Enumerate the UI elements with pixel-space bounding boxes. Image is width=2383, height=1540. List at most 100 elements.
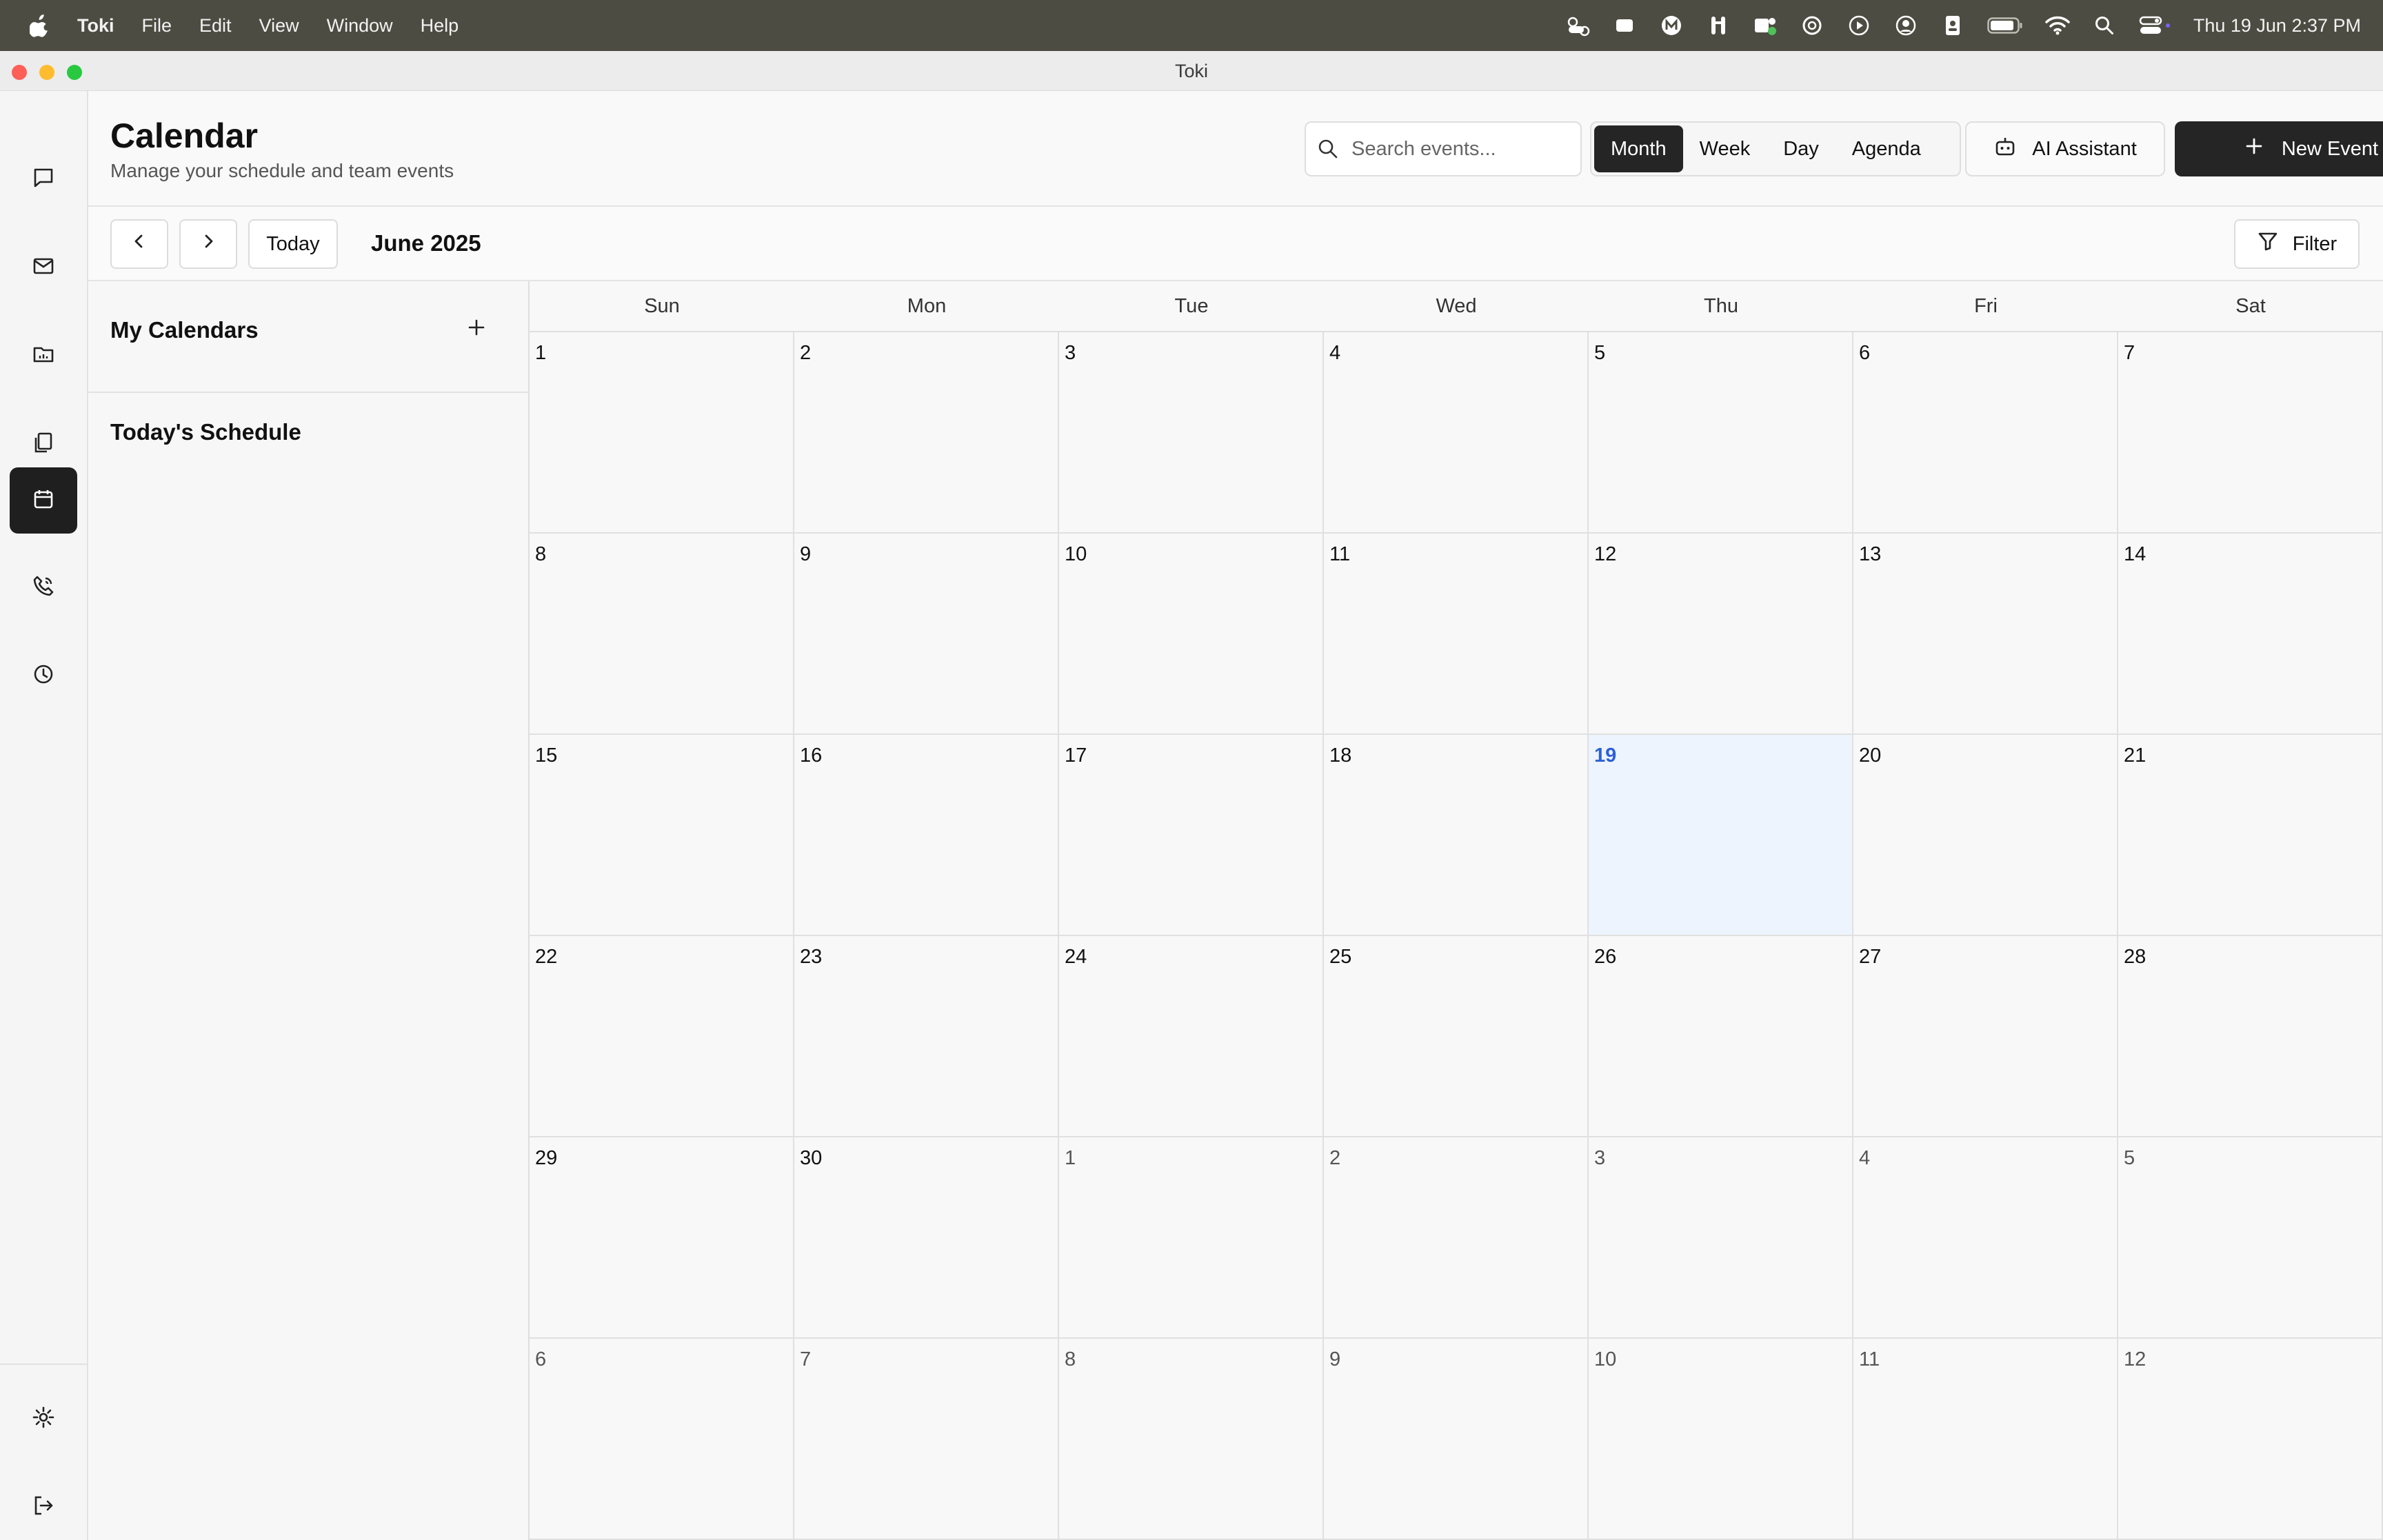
filter-button[interactable]: Filter — [2234, 219, 2360, 269]
day-cell[interactable]: 25 — [1324, 936, 1589, 1137]
wifi-icon[interactable] — [2044, 12, 2071, 39]
day-cell[interactable]: 9 — [794, 534, 1059, 735]
weekday-mon: Mon — [907, 294, 947, 317]
day-cell[interactable]: 30 — [794, 1137, 1059, 1339]
team-icon[interactable] — [1752, 12, 1778, 39]
day-cell-today[interactable]: 19 — [1589, 735, 1853, 936]
menu-bar-clock[interactable]: Thu 19 Jun 2:37 PM — [2193, 15, 2361, 37]
view-day-button[interactable]: Day — [1767, 125, 1836, 172]
day-cell[interactable]: 15 — [530, 735, 794, 936]
day-cell[interactable]: 22 — [530, 936, 794, 1137]
view-week-button[interactable]: Week — [1683, 125, 1767, 172]
m-badge-icon[interactable] — [1658, 12, 1685, 39]
weekday-wed: Wed — [1436, 294, 1477, 317]
screen-record-icon[interactable] — [1611, 12, 1638, 39]
day-cell[interactable]: 28 — [2118, 936, 2383, 1137]
day-cell-next-month[interactable]: 11 — [1853, 1339, 2118, 1540]
day-cell[interactable]: 21 — [2118, 735, 2383, 936]
day-cell[interactable]: 8 — [530, 534, 794, 735]
day-cell[interactable]: 16 — [794, 735, 1059, 936]
search-icon — [1317, 138, 1345, 160]
day-cell[interactable]: 23 — [794, 936, 1059, 1137]
day-cell-next-month[interactable]: 1 — [1059, 1137, 1324, 1339]
sidebar-item-settings[interactable] — [10, 1386, 77, 1452]
sidebar-item-chat[interactable] — [10, 146, 77, 212]
view-agenda-button[interactable]: Agenda — [1836, 125, 1938, 172]
day-cell[interactable]: 17 — [1059, 735, 1324, 936]
day-cell[interactable]: 10 — [1059, 534, 1324, 735]
day-cell[interactable]: 5 — [1589, 332, 1853, 534]
user-circle-icon[interactable] — [1893, 12, 1919, 39]
day-cell[interactable]: 14 — [2118, 534, 2383, 735]
new-event-label: New Event — [2281, 137, 2379, 160]
new-event-button[interactable]: New Event — [2175, 121, 2383, 176]
menu-window[interactable]: Window — [327, 15, 393, 37]
add-calendar-button[interactable] — [461, 313, 492, 345]
spotlight-search-icon[interactable] — [2091, 12, 2118, 39]
play-circle-icon[interactable] — [1846, 12, 1872, 39]
apple-menu-icon[interactable] — [26, 12, 54, 39]
day-cell[interactable]: 6 — [1853, 332, 2118, 534]
day-cell[interactable]: 20 — [1853, 735, 2118, 936]
sidebar-item-logout[interactable] — [10, 1474, 77, 1540]
day-number: 5 — [1594, 342, 1606, 364]
day-cell[interactable]: 27 — [1853, 936, 2118, 1137]
battery-icon[interactable] — [1987, 12, 2024, 39]
chevron-right-icon — [200, 232, 217, 256]
day-cell[interactable]: 2 — [794, 332, 1059, 534]
sidebar-item-calendar[interactable] — [10, 467, 77, 534]
contact-card-icon[interactable] — [1940, 12, 1966, 39]
previous-month-button[interactable] — [110, 219, 168, 269]
day-cell[interactable]: 4 — [1324, 332, 1589, 534]
gear-icon — [32, 1406, 55, 1432]
sidebar-item-folders[interactable] — [10, 323, 77, 389]
menu-help[interactable]: Help — [421, 15, 459, 37]
day-cell-next-month[interactable]: 5 — [2118, 1137, 2383, 1339]
day-cell[interactable]: 11 — [1324, 534, 1589, 735]
day-cell[interactable]: 1 — [530, 332, 794, 534]
view-month-button[interactable]: Month — [1594, 125, 1683, 172]
search-input[interactable] — [1351, 137, 1572, 161]
day-cell-next-month[interactable]: 12 — [2118, 1339, 2383, 1540]
day-cell-next-month[interactable]: 3 — [1589, 1137, 1853, 1339]
day-cell-next-month[interactable]: 4 — [1853, 1137, 2118, 1339]
day-cell[interactable]: 26 — [1589, 936, 1853, 1137]
day-number: 6 — [1859, 342, 1871, 364]
sidebar-item-calls[interactable] — [10, 554, 77, 620]
day-cell[interactable]: 13 — [1853, 534, 2118, 735]
day-number: 27 — [1859, 946, 1882, 968]
day-cell[interactable]: 7 — [2118, 332, 2383, 534]
day-cell-next-month[interactable]: 7 — [794, 1339, 1059, 1540]
next-month-button[interactable] — [179, 219, 237, 269]
day-cell[interactable]: 29 — [530, 1137, 794, 1339]
day-cell-next-month[interactable]: 10 — [1589, 1339, 1853, 1540]
menu-file[interactable]: File — [142, 15, 172, 37]
day-number: 14 — [2124, 543, 2146, 565]
sidebar-item-mail[interactable] — [10, 234, 77, 301]
day-number: 22 — [535, 946, 558, 968]
day-cell[interactable]: 3 — [1059, 332, 1324, 534]
search-box[interactable] — [1305, 121, 1582, 176]
sidebar-item-history[interactable] — [10, 642, 77, 709]
day-cell-next-month[interactable]: 8 — [1059, 1339, 1324, 1540]
menu-app-name[interactable]: Toki — [77, 15, 114, 37]
day-cell-next-month[interactable]: 2 — [1324, 1137, 1589, 1339]
today-button[interactable]: Today — [248, 219, 338, 269]
menu-view[interactable]: View — [259, 15, 299, 37]
day-cell-next-month[interactable]: 6 — [530, 1339, 794, 1540]
ai-assistant-button[interactable]: AI Assistant — [1965, 121, 2165, 176]
day-cell[interactable]: 24 — [1059, 936, 1324, 1137]
documents-icon — [32, 431, 55, 458]
day-number: 15 — [535, 744, 558, 767]
chevron-left-icon — [131, 232, 148, 256]
control-center-icon[interactable] — [2138, 12, 2173, 39]
day-cell-next-month[interactable]: 9 — [1324, 1339, 1589, 1540]
menu-edit[interactable]: Edit — [199, 15, 232, 37]
day-number: 9 — [1329, 1348, 1341, 1370]
openai-icon[interactable] — [1799, 12, 1825, 39]
tools-icon[interactable] — [1705, 12, 1731, 39]
weather-icon[interactable] — [1565, 12, 1591, 39]
day-cell[interactable]: 12 — [1589, 534, 1853, 735]
page-title: Calendar — [110, 116, 258, 155]
day-cell[interactable]: 18 — [1324, 735, 1589, 936]
